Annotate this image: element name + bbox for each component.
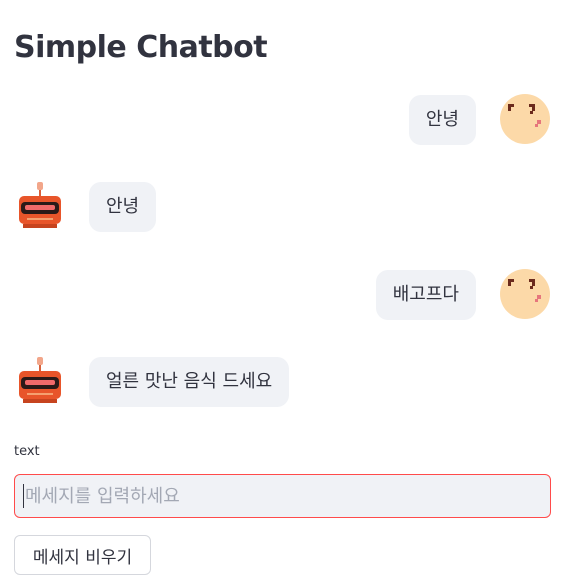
- page-title: Simple Chatbot: [14, 30, 268, 65]
- chat-app: Simple Chatbot 안녕 안녕 배고프다 얼른 맛난 음식 드세요 t…: [0, 0, 564, 578]
- robot-avatar-icon: [15, 182, 65, 232]
- message-bubble: 안녕: [408, 95, 476, 145]
- user-face-avatar-icon: [499, 268, 551, 320]
- chat-message-user: 안녕: [0, 93, 564, 145]
- chat-message-bot: 얼른 맛난 음식 드세요: [0, 357, 564, 407]
- chat-message-bot: 안녕: [0, 182, 564, 232]
- user-face-avatar-icon: [499, 93, 551, 145]
- robot-avatar-icon: [15, 357, 65, 407]
- message-bubble: 안녕: [89, 182, 157, 232]
- message-bubble: 얼른 맛난 음식 드세요: [89, 357, 290, 407]
- chat-message-user: 배고프다: [0, 268, 564, 320]
- message-bubble: 배고프다: [375, 270, 476, 320]
- input-label: text: [14, 444, 40, 459]
- message-input[interactable]: [14, 474, 551, 518]
- clear-messages-button[interactable]: 메세지 비우기: [14, 535, 151, 575]
- text-caret: [23, 484, 24, 508]
